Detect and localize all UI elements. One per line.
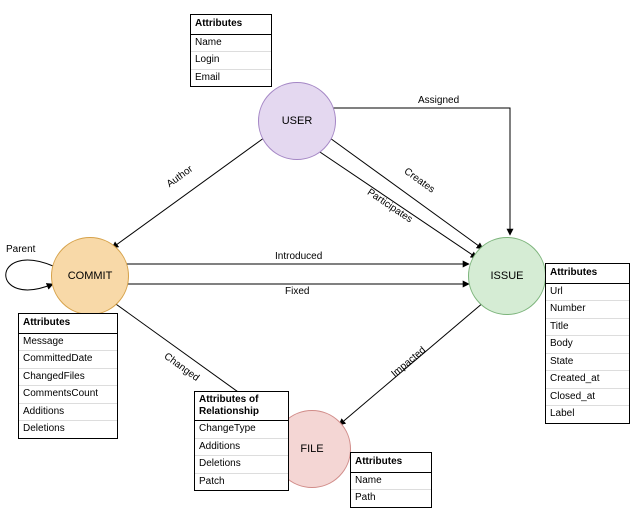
node-issue-label: ISSUE xyxy=(490,270,523,282)
table-row: ChangeType xyxy=(195,421,288,439)
edge-label-impacted: Impacted xyxy=(389,345,428,380)
table-row: Number xyxy=(546,301,629,319)
edge-label-assigned: Assigned xyxy=(418,95,459,106)
edge-label-parent: Parent xyxy=(6,244,35,255)
table-row: Url xyxy=(546,284,629,302)
node-user-label: USER xyxy=(282,115,313,127)
node-issue: ISSUE xyxy=(468,237,546,315)
commit-attributes-table: Attributes Message CommittedDate Changed… xyxy=(18,313,118,439)
table-row: Deletions xyxy=(195,456,288,474)
node-user: USER xyxy=(258,82,336,160)
edge-label-participates: Participates xyxy=(365,187,414,225)
table-row: State xyxy=(546,354,629,372)
table-row: Path xyxy=(351,490,431,507)
table-row: Name xyxy=(351,473,431,491)
node-commit-label: COMMIT xyxy=(68,270,113,282)
table-row: CommentsCount xyxy=(19,386,117,404)
diagram-canvas: { "nodes": { "user": { "label": "USER" }… xyxy=(0,0,640,524)
table-row: Body xyxy=(546,336,629,354)
table-header: Attributes xyxy=(191,15,271,35)
table-row: Label xyxy=(546,406,629,423)
edge-label-changed: Changed xyxy=(162,351,201,384)
table-row: Login xyxy=(191,52,271,70)
table-row: Additions xyxy=(195,439,288,457)
edge-label-fixed: Fixed xyxy=(285,286,309,297)
file-attributes-table: Attributes Name Path xyxy=(350,452,432,508)
table-header: Attributes of Relationship xyxy=(195,392,288,421)
table-header: Attributes xyxy=(351,453,431,473)
table-row: Name xyxy=(191,35,271,53)
table-row: Message xyxy=(19,334,117,352)
relationship-attributes-table: Attributes of Relationship ChangeType Ad… xyxy=(194,391,289,491)
node-file-label: FILE xyxy=(300,443,323,455)
edge-label-introduced: Introduced xyxy=(275,251,322,262)
edge-label-creates: Creates xyxy=(402,166,437,195)
issue-attributes-table: Attributes Url Number Title Body State C… xyxy=(545,263,630,424)
node-commit: COMMIT xyxy=(51,237,129,315)
table-row: Created_at xyxy=(546,371,629,389)
table-header: Attributes xyxy=(19,314,117,334)
table-row: Title xyxy=(546,319,629,337)
table-row: Closed_at xyxy=(546,389,629,407)
edge-label-author: Author xyxy=(165,164,195,190)
table-row: CommittedDate xyxy=(19,351,117,369)
user-attributes-table: Attributes Name Login Email xyxy=(190,14,272,87)
table-row: ChangedFiles xyxy=(19,369,117,387)
table-row: Additions xyxy=(19,404,117,422)
table-row: Deletions xyxy=(19,421,117,438)
table-row: Email xyxy=(191,70,271,87)
table-header: Attributes xyxy=(546,264,629,284)
table-row: Patch xyxy=(195,474,288,491)
